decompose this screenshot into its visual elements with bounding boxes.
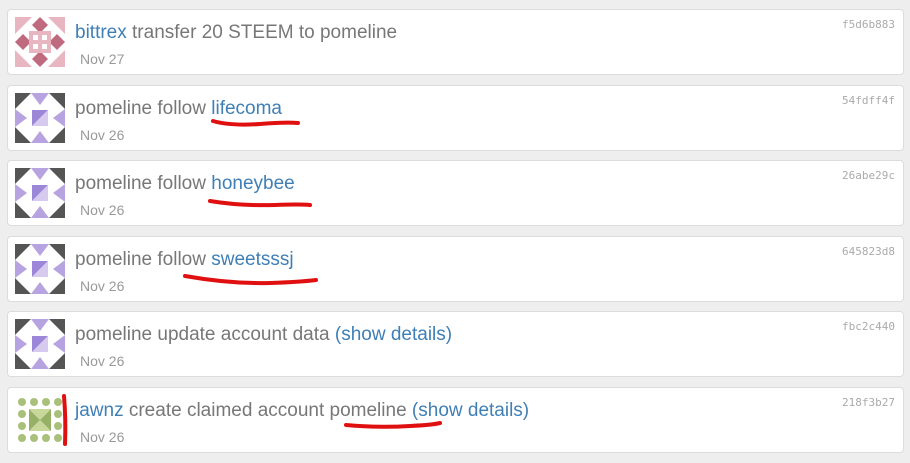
operation-action: transfer 20 STEEM to pomeline <box>132 22 398 43</box>
show-details-link[interactable]: (show details) <box>412 400 529 421</box>
operation-text: pomeline follow honeybee <box>75 173 295 195</box>
operation-row: bittrex transfer 20 STEEM to pomeline No… <box>7 9 904 75</box>
transaction-hash-link[interactable]: fbc2c440 <box>842 320 895 333</box>
show-details-link[interactable]: (show details) <box>335 324 452 345</box>
transaction-hash-link[interactable]: 26abe29c <box>842 169 895 182</box>
actor-name: pomeline <box>75 98 153 119</box>
created-account-name: pomeline <box>329 400 407 421</box>
operation-action: create claimed account <box>128 400 325 421</box>
operation-row: pomeline follow sweetsssj Nov 26 645823d… <box>7 236 904 302</box>
operation-action: follow <box>157 249 206 270</box>
operation-date: Nov 26 <box>80 278 125 294</box>
operation-date: Nov 26 <box>80 429 125 445</box>
operation-action: update account data <box>157 324 330 345</box>
actor-name: pomeline <box>75 324 153 345</box>
operation-action: follow <box>157 173 206 194</box>
operation-date: Nov 26 <box>80 353 125 369</box>
actor-link[interactable]: bittrex <box>75 22 127 43</box>
pomeline-identicon-icon[interactable] <box>15 319 65 369</box>
operation-date: Nov 26 <box>80 202 125 218</box>
operation-row: jawnz create claimed account pomeline (s… <box>7 387 904 453</box>
transaction-hash-link[interactable]: 645823d8 <box>842 245 895 258</box>
actor-name: pomeline <box>75 173 153 194</box>
operation-text: jawnz create claimed account pomeline (s… <box>75 400 529 422</box>
pomeline-identicon-icon[interactable] <box>15 93 65 143</box>
transaction-hash-link[interactable]: 218f3b27 <box>842 396 895 409</box>
pomeline-identicon-icon[interactable] <box>15 244 65 294</box>
actor-link[interactable]: jawnz <box>75 400 124 421</box>
operation-text: bittrex transfer 20 STEEM to pomeline <box>75 22 397 44</box>
operation-text: pomeline follow lifecoma <box>75 98 282 120</box>
target-account-link[interactable]: honeybee <box>211 173 294 194</box>
bittrex-identicon-icon[interactable] <box>15 17 65 67</box>
operation-row: pomeline update account data (show detai… <box>7 311 904 377</box>
target-account-link[interactable]: lifecoma <box>211 98 282 119</box>
actor-name: pomeline <box>75 249 153 270</box>
operation-text: pomeline follow sweetsssj <box>75 249 294 271</box>
operation-text: pomeline update account data (show detai… <box>75 324 452 346</box>
transaction-hash-link[interactable]: f5d6b883 <box>842 18 895 31</box>
transaction-hash-link[interactable]: 54fdff4f <box>842 94 895 107</box>
operation-row: pomeline follow honeybee Nov 26 26abe29c <box>7 160 904 226</box>
operation-row: pomeline follow lifecoma Nov 26 54fdff4f <box>7 85 904 151</box>
jawnz-identicon-icon[interactable] <box>15 395 65 445</box>
operation-date: Nov 27 <box>80 51 125 67</box>
operations-feed: bittrex transfer 20 STEEM to pomeline No… <box>0 0 910 463</box>
target-account-link[interactable]: sweetsssj <box>211 249 293 270</box>
operation-action: follow <box>157 98 206 119</box>
operation-date: Nov 26 <box>80 127 125 143</box>
pomeline-identicon-icon[interactable] <box>15 168 65 218</box>
